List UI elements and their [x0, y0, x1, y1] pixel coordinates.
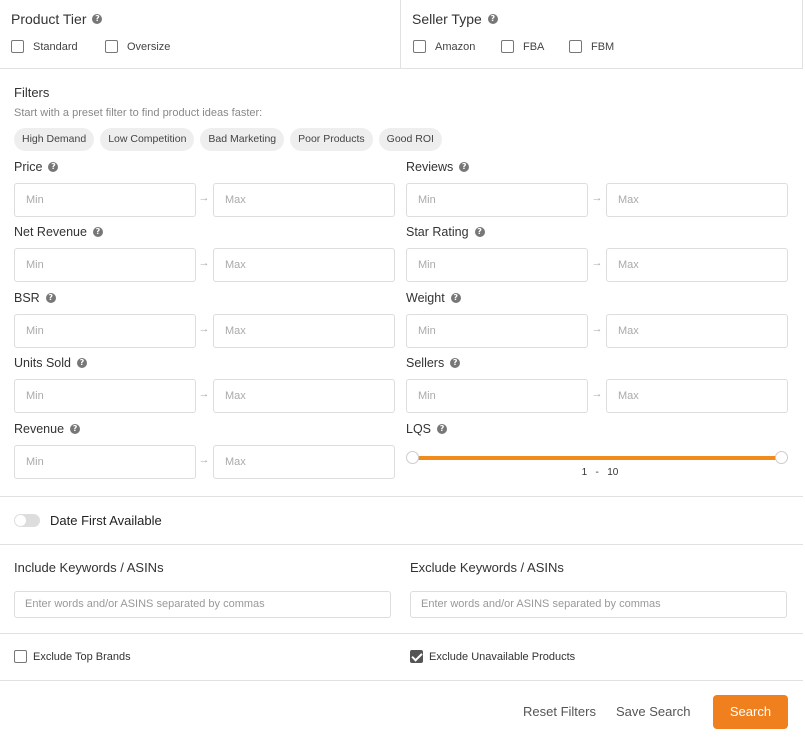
net-revenue-min-input[interactable]: Min [14, 248, 196, 282]
divider [0, 544, 803, 545]
divider [0, 633, 803, 634]
help-icon[interactable]: ? [450, 293, 461, 303]
preset-high-demand[interactable]: High Demand [14, 128, 95, 151]
toggle-knob [15, 515, 26, 526]
divider [0, 496, 803, 497]
units-sold-min-input[interactable]: Min [14, 379, 196, 413]
sellers-max-input[interactable]: Max [606, 379, 788, 413]
price-max-input[interactable]: Max [213, 183, 395, 217]
help-icon[interactable]: ? [474, 227, 485, 237]
weight-min-input[interactable]: Min [406, 314, 588, 348]
fba-checkbox[interactable] [501, 40, 514, 53]
reset-filters-button[interactable]: Reset Filters [523, 704, 596, 719]
weight-max-input[interactable]: Max [606, 314, 788, 348]
search-button[interactable]: Search [713, 695, 788, 729]
arrow-right-icon: → [591, 388, 603, 400]
reviews-min-input[interactable]: Min [406, 183, 588, 217]
net-revenue-label: Net Revenue? [14, 225, 103, 239]
star-rating-max-input[interactable]: Max [606, 248, 788, 282]
arrow-right-icon: → [198, 388, 210, 400]
preset-low-competition[interactable]: Low Competition [100, 128, 195, 151]
fba-checkbox-row[interactable]: FBA [501, 40, 544, 53]
filters-subtitle: Start with a preset filter to find produ… [14, 107, 263, 119]
weight-label: Weight? [406, 291, 461, 305]
arrow-right-icon: → [591, 192, 603, 204]
date-first-available-label: Date First Available [50, 513, 162, 528]
help-icon[interactable]: ? [92, 227, 103, 237]
revenue-max-input[interactable]: Max [213, 445, 395, 479]
help-icon[interactable]: ? [70, 424, 81, 434]
preset-bad-marketing[interactable]: Bad Marketing [200, 128, 285, 151]
exclude-unavailable-checkbox[interactable] [410, 650, 423, 663]
sellers-label: Sellers? [406, 356, 461, 370]
help-icon[interactable]: ? [487, 14, 498, 24]
panel-divider [400, 0, 401, 69]
help-icon[interactable]: ? [48, 162, 59, 172]
date-first-available-toggle[interactable] [14, 514, 40, 527]
bsr-min-input[interactable]: Min [14, 314, 196, 348]
divider [0, 680, 803, 681]
include-keywords-input[interactable]: Enter words and/or ASINS separated by co… [14, 591, 391, 618]
lqs-max-handle[interactable] [775, 451, 788, 464]
standard-checkbox[interactable] [11, 40, 24, 53]
arrow-right-icon: → [198, 257, 210, 269]
lqs-min-handle[interactable] [406, 451, 419, 464]
oversize-checkbox[interactable] [105, 40, 118, 53]
arrow-right-icon: → [198, 323, 210, 335]
save-search-button[interactable]: Save Search [616, 704, 690, 719]
exclude-keywords-title: Exclude Keywords / ASINs [410, 560, 564, 575]
amazon-checkbox-row[interactable]: Amazon [413, 40, 475, 53]
preset-poor-products[interactable]: Poor Products [290, 128, 373, 151]
help-icon[interactable]: ? [459, 162, 470, 172]
help-icon[interactable]: ? [437, 424, 448, 434]
include-keywords-title: Include Keywords / ASINs [14, 560, 164, 575]
fbm-checkbox[interactable] [569, 40, 582, 53]
lqs-slider-track[interactable] [412, 456, 781, 460]
arrow-right-icon: → [198, 192, 210, 204]
lqs-label: LQS? [406, 422, 448, 436]
oversize-checkbox-row[interactable]: Oversize [105, 40, 170, 53]
exclude-keywords-input[interactable]: Enter words and/or ASINS separated by co… [410, 591, 787, 618]
reviews-max-input[interactable]: Max [606, 183, 788, 217]
preset-good-roi[interactable]: Good ROI [378, 128, 442, 151]
seller-type-title: Seller Type ? [412, 11, 498, 27]
revenue-min-input[interactable]: Min [14, 445, 196, 479]
help-icon[interactable]: ? [450, 358, 461, 368]
star-rating-min-input[interactable]: Min [406, 248, 588, 282]
help-icon[interactable]: ? [76, 358, 87, 368]
exclude-top-brands-checkbox[interactable] [14, 650, 27, 663]
fbm-checkbox-row[interactable]: FBM [569, 40, 614, 53]
amazon-checkbox[interactable] [413, 40, 426, 53]
lqs-range-value: 1 - 10 [581, 467, 619, 478]
net-revenue-max-input[interactable]: Max [213, 248, 395, 282]
arrow-right-icon: → [591, 323, 603, 335]
help-icon[interactable]: ? [92, 14, 103, 24]
exclude-top-brands-row[interactable]: Exclude Top Brands [14, 650, 131, 663]
units-sold-label: Units Sold? [14, 356, 87, 370]
bsr-label: BSR? [14, 291, 56, 305]
filters-title: Filters [14, 85, 50, 100]
standard-checkbox-row[interactable]: Standard [11, 40, 78, 53]
revenue-label: Revenue? [14, 422, 81, 436]
arrow-right-icon: → [591, 257, 603, 269]
sellers-min-input[interactable]: Min [406, 379, 588, 413]
arrow-right-icon: → [198, 454, 210, 466]
preset-filter-list: High Demand Low Competition Bad Marketin… [14, 128, 448, 151]
units-sold-max-input[interactable]: Max [213, 379, 395, 413]
help-icon[interactable]: ? [45, 293, 56, 303]
star-rating-label: Star Rating? [406, 225, 485, 239]
tier-seller-panel [0, 0, 803, 69]
bsr-max-input[interactable]: Max [213, 314, 395, 348]
price-min-input[interactable]: Min [14, 183, 196, 217]
product-tier-title: Product Tier ? [11, 11, 103, 27]
exclude-unavailable-row[interactable]: Exclude Unavailable Products [410, 650, 575, 663]
reviews-label: Reviews? [406, 160, 470, 174]
price-label: Price? [14, 160, 59, 174]
